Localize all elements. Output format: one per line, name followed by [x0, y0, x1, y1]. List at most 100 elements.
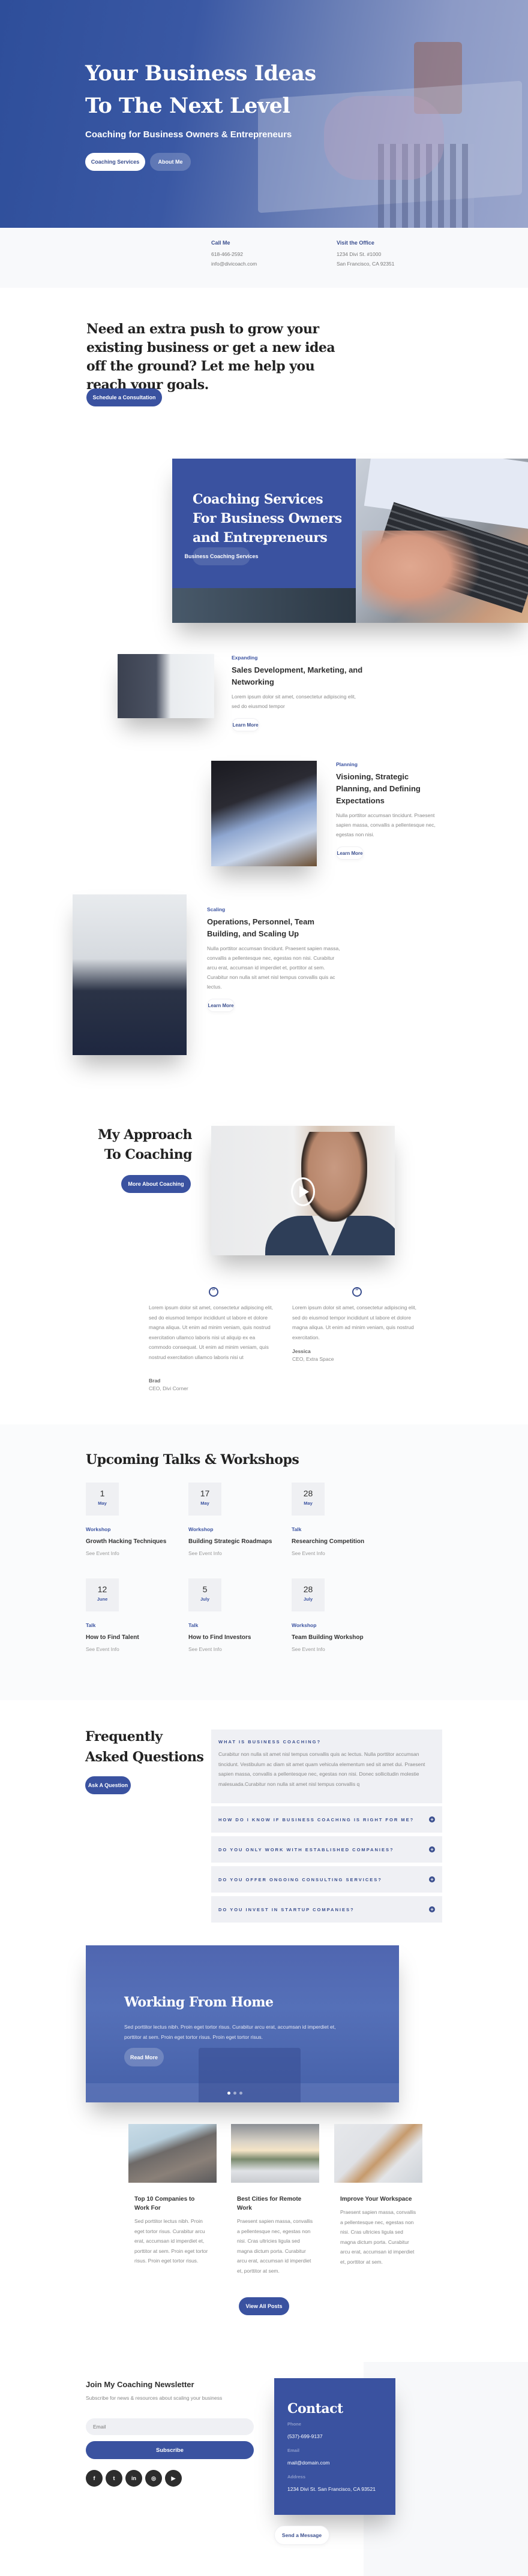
see-event-info-link[interactable]: See Event Info — [86, 1550, 185, 1556]
youtube-icon[interactable]: ▶ — [165, 2470, 182, 2487]
event-type: Talk — [292, 1526, 302, 1532]
event-card[interactable]: 5 July Talk How to Find Investors See Event … — [188, 1578, 287, 1652]
subscribe-button[interactable]: Subscribe — [86, 2441, 254, 2459]
learn-more-button[interactable]: Learn More — [232, 718, 259, 731]
event-card[interactable]: 12 June Talk How to Find Talent See Event In… — [86, 1578, 185, 1652]
view-all-posts-button[interactable]: View All Posts — [239, 2297, 289, 2315]
faq-item[interactable]: DO YOU ONLY WORK WITH ESTABLISHED COMPAN… — [211, 1836, 442, 1863]
read-more-button[interactable]: Read More — [124, 2048, 164, 2066]
post-title[interactable]: Best Cities for Remote Work — [231, 2183, 319, 2213]
contact-info-bar: Call Me 618-466-2592 info@divicoach.com … — [0, 228, 528, 288]
see-event-info-link[interactable]: See Event Info — [86, 1646, 185, 1652]
faq-heading: Frequently Asked Questions — [85, 1727, 204, 1767]
event-card[interactable]: 1 May Workshop Growth Hacking Techniques See… — [86, 1483, 185, 1556]
event-day: 17 — [200, 1489, 210, 1498]
see-event-info-link[interactable]: See Event Info — [292, 1646, 391, 1652]
handshake-image — [118, 654, 214, 718]
more-about-coaching-button[interactable]: More About Coaching — [121, 1175, 191, 1193]
blog-post-card[interactable]: Top 10 Companies to Work For Sed porttit… — [128, 2124, 217, 2266]
coaching-video[interactable] — [211, 1126, 395, 1255]
play-icon[interactable] — [291, 1177, 315, 1206]
quote-icon: ” — [352, 1287, 362, 1297]
see-event-info-link[interactable]: See Event Info — [292, 1550, 391, 1556]
post-excerpt: Sed porttitor lectus nibh. Proin eget to… — [134, 2218, 208, 2264]
faq-item[interactable]: DO YOU INVEST IN STARTUP COMPANIES? + — [211, 1896, 442, 1923]
linkedin-icon[interactable]: in — [125, 2470, 142, 2487]
event-title[interactable]: Growth Hacking Techniques — [86, 1538, 185, 1545]
workspace-image[interactable] — [334, 2124, 422, 2183]
faq-question[interactable]: DO YOU INVEST IN STARTUP COMPANIES? — [211, 1896, 442, 1923]
faq-answer: Curabitur non nulla sit amet nisl tempus… — [218, 1751, 425, 1787]
slider-dot[interactable] — [239, 2092, 242, 2095]
service-item: Expanding Sales Development, Marketing, … — [232, 655, 364, 731]
contact-email[interactable]: mail@domain.com — [287, 2460, 330, 2466]
email-address[interactable]: info@divicoach.com — [211, 259, 257, 269]
event-title[interactable]: Building Strategic Roadmaps — [188, 1538, 287, 1545]
event-type: Workshop — [86, 1526, 111, 1532]
contact-phone[interactable]: (537)-699-9137 — [287, 2433, 323, 2439]
email-label: Email — [287, 2448, 300, 2453]
instagram-icon[interactable]: ◎ — [145, 2470, 162, 2487]
event-card[interactable]: 28 July Workshop Team Building Workshop See … — [292, 1578, 391, 1652]
service-body: Lorem ipsum dolor sit amet, consectetur … — [232, 694, 356, 709]
event-title[interactable]: How to Find Talent — [86, 1634, 185, 1641]
event-card[interactable]: 28 May Talk Researching Competition See Even… — [292, 1483, 391, 1556]
email-input[interactable] — [86, 2418, 254, 2435]
learn-more-button[interactable]: Learn More — [207, 999, 235, 1012]
event-title[interactable]: Team Building Workshop — [292, 1634, 391, 1641]
ask-question-button[interactable]: Ask A Question — [85, 1776, 131, 1794]
events-section: Upcoming Talks & Workshops 1 May Workshop G… — [0, 1424, 528, 1700]
send-message-button[interactable]: Send a Message — [274, 2526, 329, 2545]
event-day: 28 — [303, 1584, 313, 1594]
blog-post-card[interactable]: Improve Your Workspace Praesent sapien m… — [334, 2124, 422, 2267]
building-image[interactable] — [128, 2124, 217, 2183]
business-coaching-services-button[interactable]: Business Coaching Services — [184, 547, 259, 565]
slider-dot[interactable] — [233, 2092, 236, 2095]
see-event-info-link[interactable]: See Event Info — [188, 1550, 287, 1556]
faq-item[interactable]: HOW DO I KNOW IF BUSINESS COACHING IS RI… — [211, 1806, 442, 1833]
faq-question[interactable]: DO YOU OFFER ONGOING CONSULTING SERVICES… — [211, 1866, 442, 1893]
testimonial-quote: Lorem ipsum dolor sit amet, consectetur … — [149, 1304, 273, 1360]
facebook-icon[interactable]: f — [86, 2470, 103, 2487]
post-title[interactable]: Top 10 Companies to Work For — [128, 2183, 217, 2213]
tablet-signing-image — [211, 761, 317, 866]
hero-section: Your Business Ideas To The Next Level Co… — [0, 0, 528, 228]
blog-post-card[interactable]: Best Cities for Remote Work Praesent sap… — [231, 2124, 319, 2276]
city-street-image[interactable] — [231, 2124, 319, 2183]
event-month: June — [97, 1596, 108, 1602]
faq-question[interactable]: WHAT IS BUSINESS COACHING? — [211, 1730, 442, 1745]
video-person-face — [301, 1132, 367, 1222]
event-month: July — [200, 1596, 209, 1602]
event-title[interactable]: How to Find Investors — [188, 1634, 287, 1641]
plus-icon[interactable]: + — [429, 1846, 435, 1852]
testimonial-role: CEO, Extra Space — [292, 1356, 334, 1362]
post-title[interactable]: Improve Your Workspace — [334, 2183, 422, 2204]
about-me-button[interactable]: About Me — [150, 153, 191, 171]
schedule-consultation-button[interactable]: Schedule a Consultation — [86, 388, 162, 406]
twitter-icon[interactable]: t — [106, 2470, 122, 2487]
hero-background-hand — [324, 96, 444, 180]
phone-number[interactable]: 618-466-2592 — [211, 249, 257, 259]
faq-item-open[interactable]: WHAT IS BUSINESS COACHING? Curabitur non… — [211, 1730, 442, 1803]
service-item: Scaling Operations, Personnel, Team Buil… — [207, 906, 342, 1012]
faq-question[interactable]: HOW DO I KNOW IF BUSINESS COACHING IS RI… — [211, 1806, 442, 1833]
approach-heading: My Approach To Coaching — [97, 1127, 193, 1162]
plus-icon[interactable]: + — [429, 1876, 435, 1882]
coaching-services-button[interactable]: Coaching Services — [85, 153, 145, 171]
testimonial-name: Brad — [149, 1378, 161, 1384]
event-type: Workshop — [188, 1526, 214, 1532]
event-date-badge: 12 June — [86, 1578, 119, 1611]
event-title[interactable]: Researching Competition — [292, 1538, 391, 1545]
faq-item[interactable]: DO YOU OFFER ONGOING CONSULTING SERVICES… — [211, 1866, 442, 1893]
faq-question[interactable]: DO YOU ONLY WORK WITH ESTABLISHED COMPAN… — [211, 1836, 442, 1863]
see-event-info-link[interactable]: See Event Info — [188, 1646, 287, 1652]
intro-heading: Need an extra push to grow your existing… — [86, 321, 335, 393]
learn-more-button[interactable]: Learn More — [336, 846, 364, 860]
plus-icon[interactable]: + — [429, 1816, 435, 1822]
slider-dot[interactable] — [227, 2092, 230, 2095]
coaching-services-feature: Coaching Services For Business Owners an… — [172, 459, 528, 623]
service-tag: Planning — [336, 761, 358, 767]
faq-heading-line2: Asked Questions — [85, 1749, 204, 1765]
event-card[interactable]: 17 May Workshop Building Strategic Roadmaps… — [188, 1483, 287, 1556]
plus-icon[interactable]: + — [429, 1906, 435, 1912]
